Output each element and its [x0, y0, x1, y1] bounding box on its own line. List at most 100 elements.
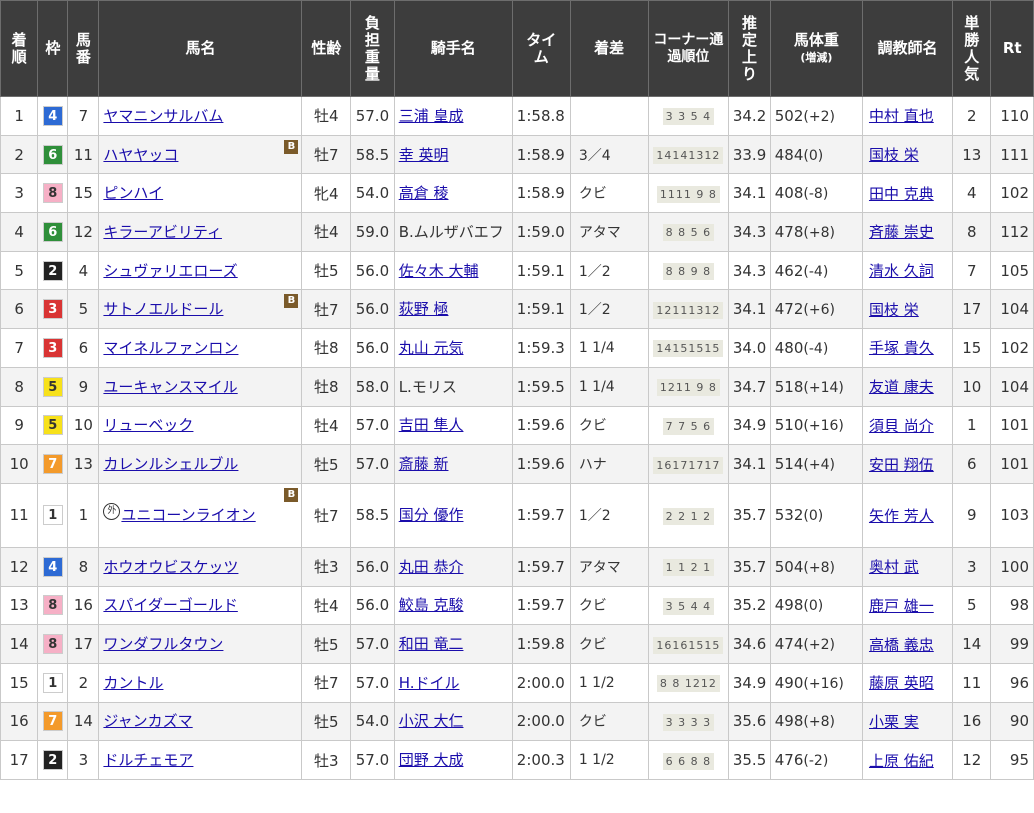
horse-number: 15	[67, 173, 100, 214]
jockey-name-link[interactable]: 吉田 隼人	[399, 416, 464, 434]
sex-age: 牡8	[301, 328, 352, 368]
rating: 90	[990, 701, 1034, 742]
header-corner: コーナー通過順位	[647, 0, 730, 97]
blinker-icon: B	[284, 294, 299, 309]
jockey-name-link[interactable]: 斎藤 新	[399, 455, 449, 473]
horse-name-link[interactable]: マイネルファンロン	[103, 339, 238, 357]
horse-name-link[interactable]: カレンルシェルブル	[103, 455, 238, 473]
body-weight-cell: 472(+6)	[769, 289, 863, 330]
trainer-name-link[interactable]: 小栗 実	[869, 713, 919, 731]
jockey-name-link[interactable]: 三浦 皇成	[399, 107, 464, 125]
horse-name-link[interactable]: ハヤヤッコ	[103, 146, 178, 164]
horse-number: 16	[67, 585, 100, 626]
trainer-name-link[interactable]: 須貝 尚介	[869, 417, 934, 435]
trainer-name-link[interactable]: 友道 康夫	[869, 378, 934, 396]
trainer-name-link[interactable]: 田中 克典	[869, 185, 934, 203]
header-bodyweight-sub: (増減)	[800, 50, 833, 64]
race-time: 1:59.7	[511, 546, 571, 587]
horse-cell: サトノエルドール B	[98, 289, 303, 330]
jockey-name-link[interactable]: 高倉 稜	[399, 184, 449, 202]
corner-positions: 16171717	[653, 456, 724, 474]
jockey-name-link[interactable]: 荻野 極	[399, 300, 449, 318]
body-weight: 480	[774, 338, 804, 357]
horse-name-link[interactable]: ホウオウビスケッツ	[103, 558, 238, 576]
horse-cell: リューベック	[98, 405, 303, 446]
jockey-cell: 三浦 皇成	[393, 96, 513, 136]
popularity: 16	[952, 701, 992, 742]
trainer-name-link[interactable]: 中村 直也	[869, 107, 934, 125]
horse-name-link[interactable]: ジャンカズマ	[103, 712, 192, 730]
sex-age: 牡4	[301, 585, 352, 626]
horse-name-link[interactable]: ピンハイ	[103, 184, 163, 202]
trainer-name-link[interactable]: 清水 久詞	[869, 262, 934, 280]
rating: 95	[990, 740, 1034, 780]
horse-cell: ハヤヤッコ B	[98, 134, 303, 175]
corner-cell: 14151515	[647, 328, 730, 368]
trainer-name-link[interactable]: 安田 翔伍	[869, 456, 934, 474]
trainer-name-link[interactable]: 高橋 義忠	[869, 636, 934, 654]
horse-name-link[interactable]: ワンダフルタウン	[103, 635, 223, 653]
race-time: 1:58.9	[511, 134, 571, 175]
horse-name-link[interactable]: ユーキャンスマイル	[103, 378, 237, 396]
trainer-name-link[interactable]: 鹿戸 雄一	[869, 597, 934, 615]
trainer-cell: 鹿戸 雄一	[861, 585, 954, 626]
horse-name-link[interactable]: ユニコーンライオン	[121, 506, 255, 524]
horse-name-link[interactable]: シュヴァリエローズ	[103, 262, 237, 280]
jockey-cell: 佐々木 大輔	[393, 250, 513, 291]
carried-weight: 56.0	[350, 250, 395, 291]
last-3f: 35.7	[728, 546, 771, 587]
corner-positions: 1111 9 8	[656, 185, 720, 203]
trainer-name-link[interactable]: 上原 佑紀	[869, 752, 934, 770]
horse-name-link[interactable]: ドルチェモア	[103, 751, 193, 769]
jockey-name-link[interactable]: 佐々木 大輔	[399, 262, 479, 280]
jockey-name-link[interactable]: 団野 大成	[399, 751, 464, 769]
trainer-name-link[interactable]: 斉藤 崇史	[869, 223, 934, 241]
horse-name-link[interactable]: リューベック	[103, 416, 193, 434]
trainer-name-link[interactable]: 奥村 武	[869, 558, 919, 576]
jockey-name-link[interactable]: 国分 優作	[399, 506, 464, 524]
horse-name-link[interactable]: キラーアビリティ	[103, 223, 222, 241]
jockey-name-link[interactable]: H.ドイル	[399, 674, 460, 692]
jockey-name-link[interactable]: 和田 竜二	[399, 635, 464, 653]
race-time: 1:59.7	[511, 482, 571, 548]
trainer-cell: 中村 直也	[861, 96, 954, 136]
popularity: 17	[952, 289, 992, 330]
body-weight-cell: 502(+2)	[769, 96, 863, 136]
jockey-name-link[interactable]: 丸田 恭介	[399, 558, 464, 576]
race-time: 1:59.3	[511, 328, 571, 368]
trainer-name-link[interactable]: 矢作 芳人	[869, 507, 934, 525]
horse-number: 11	[67, 134, 100, 175]
horse-cell: スパイダーゴールド	[98, 585, 303, 626]
horse-name-link[interactable]: ヤマニンサルバム	[103, 107, 223, 125]
horse-name-link[interactable]: スパイダーゴールド	[103, 596, 237, 614]
jockey-name-link[interactable]: 鮫島 克駿	[399, 596, 464, 614]
waku-cell: 6	[37, 212, 69, 252]
trainer-name-link[interactable]: 国枝 栄	[869, 146, 919, 164]
margin: アタマ	[569, 546, 649, 587]
horse-name-link[interactable]: カントル	[103, 674, 163, 692]
corner-positions: 7 7 5 6	[662, 417, 715, 435]
popularity: 15	[952, 328, 992, 368]
popularity: 8	[952, 212, 992, 252]
jockey-cell: 丸田 恭介	[393, 546, 513, 587]
corner-cell: 3 3 3 3	[647, 701, 730, 742]
horse-name-link[interactable]: サトノエルドール	[103, 300, 223, 318]
carried-weight: 58.5	[350, 482, 395, 548]
popularity: 7	[952, 250, 992, 291]
waku-cell: 4	[37, 546, 69, 587]
corner-cell: 7 7 5 6	[647, 405, 730, 446]
jockey-cell: L.モリス	[393, 366, 513, 407]
jockey-name-link[interactable]: 小沢 大仁	[399, 712, 464, 730]
table-row: 9 5 10 リューベック 牡4 57.0 吉田 隼人 1:59.6 クビ 7 7 5 6 34.9…	[0, 405, 1034, 446]
corner-positions: 1 1 2 1	[662, 559, 715, 577]
race-time: 2:00.3	[511, 740, 571, 780]
trainer-name-link[interactable]: 藤原 英昭	[869, 674, 934, 692]
jockey-name-link[interactable]: 丸山 元気	[399, 339, 464, 357]
table-row: 3 8 15 ピンハイ 牝4 54.0 高倉 稜 1:58.9 クビ 1111 9 8 34.1 40…	[0, 173, 1034, 214]
jockey-name-link[interactable]: 幸 英明	[399, 146, 449, 164]
trainer-name-link[interactable]: 手塚 貴久	[869, 339, 934, 357]
corner-positions: 2 2 1 2	[662, 507, 715, 525]
body-weight-diff: (0)	[803, 147, 824, 164]
horse-number: 7	[67, 96, 100, 136]
trainer-name-link[interactable]: 国枝 栄	[869, 301, 919, 319]
